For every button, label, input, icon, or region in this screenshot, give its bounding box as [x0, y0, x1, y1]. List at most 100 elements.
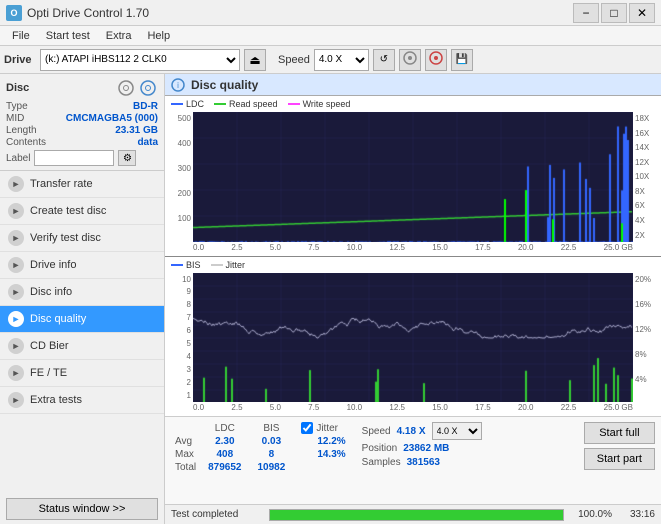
maximize-button[interactable]: □ — [601, 3, 627, 23]
disc-label-label: Label — [6, 153, 30, 164]
start-part-button[interactable]: Start part — [584, 448, 655, 470]
drive-toolbar: Drive (k:) ATAPI iHBS112 2 CLK0 ⏏ Speed … — [0, 46, 661, 74]
stats-header-bis: BIS — [250, 422, 294, 435]
quality-header: i Disc quality — [165, 74, 661, 96]
app-icon: O — [6, 5, 22, 21]
nav-transfer-rate[interactable]: ► Transfer rate — [0, 171, 164, 198]
position-label: Position — [362, 443, 398, 454]
svg-text:i: i — [177, 81, 179, 90]
disc-icon-bd — [138, 78, 158, 98]
minimize-button[interactable]: − — [573, 3, 599, 23]
disc-type-value: BD-R — [133, 101, 158, 112]
stats-table: LDC BIS Avg 2.30 0.03 Max 408 8 Total — [171, 422, 293, 474]
status-window-button[interactable]: Status window >> — [6, 498, 158, 520]
speed-dropdown[interactable]: 4.0 X — [432, 422, 482, 440]
nav-icon-create-test-disc: ► — [8, 203, 24, 219]
menu-extra[interactable]: Extra — [98, 28, 140, 44]
disc-button-2[interactable] — [425, 49, 447, 71]
titlebar-left: O Opti Drive Control 1.70 — [6, 5, 149, 21]
quality-icon: i — [171, 78, 185, 92]
legend-write-speed: Write speed — [303, 99, 351, 109]
disc-mid-value: CMCMAGBA5 (000) — [66, 113, 158, 124]
nav-icon-fe-te: ► — [8, 365, 24, 381]
charts-area: LDC Read speed Write speed — [165, 96, 661, 416]
speed-label: Speed — [278, 54, 310, 66]
nav-label-disc-info: Disc info — [30, 286, 72, 298]
progress-percent: 100.0% — [572, 509, 612, 520]
nav-fe-te[interactable]: ► FE / TE — [0, 360, 164, 387]
nav-label-drive-info: Drive info — [30, 259, 76, 271]
legend-bis: BIS — [186, 260, 201, 270]
refresh-button[interactable]: ↺ — [373, 49, 395, 71]
nav-disc-info[interactable]: ► Disc info — [0, 279, 164, 306]
position-value: 23862 MB — [403, 443, 449, 454]
stats-total-ldc: 879652 — [200, 461, 249, 474]
bottom-chart-canvas — [193, 273, 633, 403]
window-controls: − □ ✕ — [573, 3, 655, 23]
stats-bar: LDC BIS Avg 2.30 0.03 Max 408 8 Total — [165, 416, 661, 504]
disc-button-1[interactable] — [399, 49, 421, 71]
nav-drive-info[interactable]: ► Drive info — [0, 252, 164, 279]
disc-contents-label: Contents — [6, 137, 46, 148]
samples-label: Samples — [362, 457, 401, 468]
content-area: i Disc quality LDC Read — [165, 74, 661, 524]
nav-cd-bier[interactable]: ► CD Bier — [0, 333, 164, 360]
disc-label-input[interactable] — [34, 150, 114, 166]
stats-total-label: Total — [171, 461, 200, 474]
app-title: Opti Drive Control 1.70 — [27, 6, 149, 20]
speed-select[interactable]: 4.0 X — [314, 49, 369, 71]
disc-label-btn[interactable]: ⚙ — [118, 150, 136, 166]
bottom-chart-container: BIS Jitter 10 9 8 — [165, 257, 661, 417]
speed-section: Speed 4.18 X 4.0 X Position 23862 MB Sam… — [362, 422, 482, 468]
progress-time: 33:16 — [620, 509, 655, 520]
progress-status: Test completed — [171, 509, 261, 520]
jitter-label: Jitter — [316, 423, 338, 434]
drive-select[interactable]: (k:) ATAPI iHBS112 2 CLK0 — [40, 49, 240, 71]
stats-max-ldc: 408 — [200, 448, 249, 461]
nav-verify-test-disc[interactable]: ► Verify test disc — [0, 225, 164, 252]
top-chart-container: LDC Read speed Write speed — [165, 96, 661, 257]
top-x-labels: 0.0 2.5 5.0 7.5 10.0 12.5 15.0 17.5 20.0… — [165, 242, 661, 256]
nav-icon-cd-bier: ► — [8, 338, 24, 354]
bottom-x-labels: 0.0 2.5 5.0 7.5 10.0 12.5 15.0 17.5 20.0… — [165, 402, 661, 416]
nav-icon-extra-tests: ► — [8, 392, 24, 408]
disc-length-label: Length — [6, 125, 37, 136]
bottom-y-left: 10 9 8 7 6 5 4 3 2 1 — [165, 273, 193, 403]
legend-read-speed: Read speed — [229, 99, 278, 109]
nav-extra-tests[interactable]: ► Extra tests — [0, 387, 164, 414]
nav-create-test-disc[interactable]: ► Create test disc — [0, 198, 164, 225]
nav-label-verify-test-disc: Verify test disc — [30, 232, 101, 244]
nav-label-cd-bier: CD Bier — [30, 340, 69, 352]
bottom-chart-body: 10 9 8 7 6 5 4 3 2 1 — [165, 273, 661, 403]
nav-label-fe-te: FE / TE — [30, 367, 67, 379]
menu-file[interactable]: File — [4, 28, 38, 44]
menu-start-test[interactable]: Start test — [38, 28, 98, 44]
disc-section-title: Disc — [6, 82, 29, 94]
disc-icon-cd — [116, 78, 136, 98]
nav-disc-quality[interactable]: ► Disc quality — [0, 306, 164, 333]
menu-help[interactable]: Help — [139, 28, 178, 44]
save-button[interactable]: 💾 — [451, 49, 473, 71]
start-buttons: Start full Start part — [584, 422, 655, 470]
top-y-left: 500 400 300 200 100 — [165, 112, 193, 242]
legend-ldc: LDC — [186, 99, 204, 109]
top-chart-body: 500 400 300 200 100 18 — [165, 112, 661, 242]
speed-value: 4.18 X — [397, 426, 426, 437]
jitter-section: Jitter 12.2% 14.3% — [301, 422, 345, 460]
nav-label-extra-tests: Extra tests — [30, 394, 82, 406]
jitter-max: 14.3% — [317, 449, 345, 460]
nav-label-disc-quality: Disc quality — [30, 313, 86, 325]
legend-jitter: Jitter — [226, 260, 246, 270]
eject-button[interactable]: ⏏ — [244, 49, 266, 71]
stats-avg-label: Avg — [171, 435, 200, 448]
disc-mid-label: MID — [6, 113, 24, 124]
nav-icon-verify-test-disc: ► — [8, 230, 24, 246]
close-button[interactable]: ✕ — [629, 3, 655, 23]
disc-contents-value: data — [137, 137, 158, 148]
jitter-checkbox[interactable] — [301, 422, 313, 434]
start-full-button[interactable]: Start full — [584, 422, 655, 444]
stats-max-bis: 8 — [250, 448, 294, 461]
bottom-y-right: 20% 16% 12% 8% 4% — [633, 273, 661, 403]
jitter-avg: 12.2% — [317, 436, 345, 447]
main-content: Disc Type BD-R MID C — [0, 74, 661, 524]
